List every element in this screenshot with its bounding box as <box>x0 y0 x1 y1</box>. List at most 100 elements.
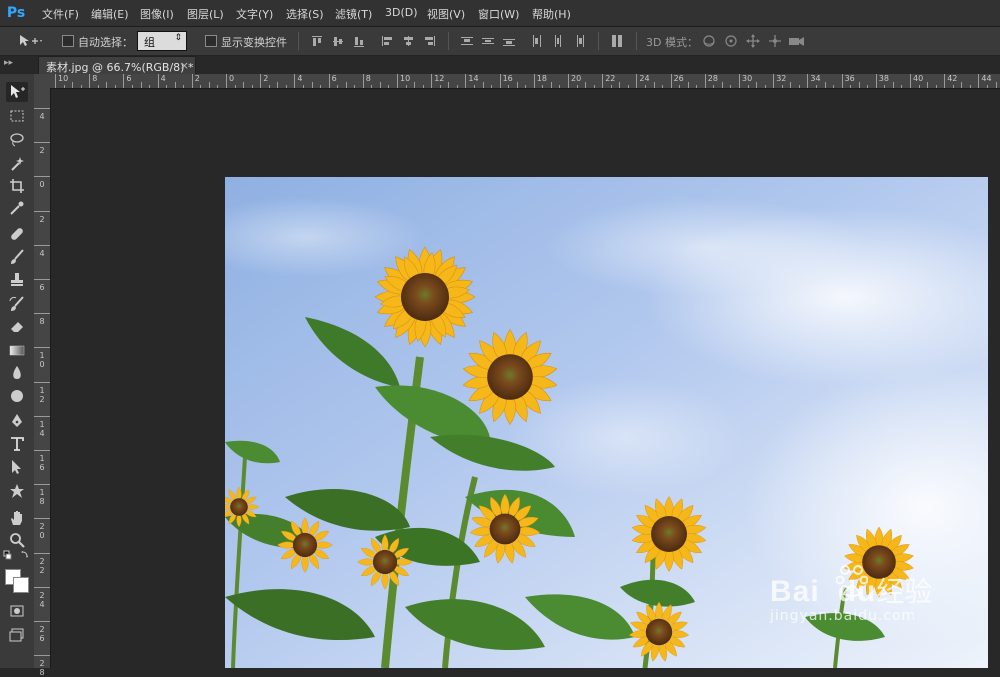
distribute-vcenter-icon[interactable] <box>481 34 495 48</box>
gradient-tool-icon[interactable] <box>6 340 28 360</box>
menu-bar: Ps 文件(F) 编辑(E) 图像(I) 图层(L) 文字(Y) 选择(S) 滤… <box>0 0 1000 27</box>
ruler-minor-tick <box>559 85 561 88</box>
eraser-tool-icon[interactable] <box>6 316 28 336</box>
custom-shape-tool-icon[interactable] <box>6 481 28 501</box>
3d-roll-icon[interactable] <box>724 34 738 48</box>
show-transform-checkbox[interactable] <box>205 35 217 47</box>
align-bottom-icon[interactable] <box>352 34 366 48</box>
ruler-minor-tick <box>696 85 698 88</box>
document-tab-row: ▸▸ 素材.jpg @ 66.7%(RGB/8) * × <box>0 56 1000 75</box>
ruler-label: 36 <box>844 74 855 83</box>
quick-mask-icon[interactable] <box>6 601 28 621</box>
menu-image[interactable]: 图像(I) <box>140 6 174 22</box>
3d-mode-label: 3D 模式： <box>646 36 698 49</box>
background-color-swatch[interactable] <box>13 577 29 593</box>
lasso-tool-icon[interactable] <box>6 130 28 150</box>
tools-panel <box>0 74 35 668</box>
auto-select-checkbox[interactable] <box>62 35 74 47</box>
dodge-tool-icon[interactable] <box>6 386 28 406</box>
ruler-label: 28 <box>707 74 718 83</box>
menu-help[interactable]: 帮助(H) <box>532 6 571 22</box>
align-left-icon[interactable] <box>380 34 394 48</box>
distribute-left-icon[interactable] <box>530 34 544 48</box>
separator <box>598 32 599 50</box>
menu-select[interactable]: 选择(S) <box>286 6 324 22</box>
history-brush-tool-icon[interactable] <box>6 294 28 314</box>
3d-pan-icon[interactable] <box>746 34 760 48</box>
document-tab[interactable]: 素材.jpg @ 66.7%(RGB/8) * × <box>38 56 196 75</box>
ruler-label: 34 <box>810 74 821 83</box>
hand-tool-icon[interactable] <box>6 508 28 528</box>
ruler-major-tick <box>294 74 296 88</box>
ruler-major-tick <box>34 347 50 349</box>
menu-file[interactable]: 文件(F) <box>42 6 79 22</box>
healing-brush-tool-icon[interactable] <box>6 224 28 244</box>
blur-tool-icon[interactable] <box>6 363 28 383</box>
ruler-minor-tick <box>747 85 749 88</box>
ruler-minor-tick <box>833 85 835 88</box>
ruler-minor-tick <box>764 85 766 88</box>
ruler-minor-tick <box>721 82 723 88</box>
ruler-major-tick <box>157 74 159 88</box>
ruler-minor-tick <box>422 85 424 88</box>
distribute-bottom-icon[interactable] <box>502 34 516 48</box>
ruler-minor-tick <box>644 85 646 88</box>
screen-mode-icon[interactable] <box>6 625 28 645</box>
menu-3d[interactable]: 3D(D) <box>385 6 418 19</box>
distribute-right-icon[interactable] <box>572 34 586 48</box>
menu-filter[interactable]: 滤镜(T) <box>335 6 372 22</box>
ruler-minor-tick <box>448 82 450 88</box>
ruler-minor-tick <box>824 82 826 88</box>
ruler-minor-tick <box>140 82 142 88</box>
default-colors-icon[interactable] <box>3 550 31 562</box>
align-right-icon[interactable] <box>422 34 436 48</box>
3d-slide-icon[interactable] <box>768 34 782 48</box>
ruler-minor-tick <box>892 82 894 88</box>
path-selection-tool-icon[interactable] <box>6 457 28 477</box>
ruler-minor-tick <box>901 85 903 88</box>
auto-select-dropdown[interactable]: 组 ⇕ <box>137 31 187 51</box>
menu-edit[interactable]: 编辑(E) <box>91 6 129 22</box>
distribute-hcenter-icon[interactable] <box>551 34 565 48</box>
3d-rotate-icon[interactable] <box>702 34 716 48</box>
photoshop-logo: Ps <box>6 5 26 21</box>
pen-tool-icon[interactable] <box>6 411 28 431</box>
watermark-url: jingyan.baidu.com <box>770 608 917 624</box>
brush-tool-icon[interactable] <box>6 247 28 267</box>
crop-tool-icon[interactable] <box>6 176 28 196</box>
move-tool-icon[interactable] <box>6 82 28 102</box>
ruler-minor-tick <box>80 85 82 88</box>
ruler-minor-tick <box>687 82 689 88</box>
ruler-label: 8 <box>365 74 371 83</box>
clone-stamp-tool-icon[interactable] <box>6 270 28 290</box>
align-top-icon[interactable] <box>310 34 324 48</box>
zoom-tool-icon[interactable] <box>6 530 28 550</box>
distribute-top-icon[interactable] <box>460 34 474 48</box>
ruler-major-tick <box>34 244 50 246</box>
marquee-tool-icon[interactable] <box>6 106 28 126</box>
ruler-major-tick <box>739 74 740 88</box>
align-hcenter-icon[interactable] <box>401 34 415 48</box>
type-tool-icon[interactable] <box>6 434 28 454</box>
vertical-ruler[interactable]: 420246810121416182022242628 <box>34 88 51 677</box>
panel-collapse-icon[interactable]: ▸▸ <box>4 58 13 68</box>
auto-align-layers-icon[interactable] <box>610 34 624 48</box>
3d-scale-camera-icon[interactable] <box>788 34 804 48</box>
magic-wand-tool-icon[interactable] <box>6 154 28 174</box>
menu-window[interactable]: 窗口(W) <box>478 6 519 22</box>
menu-view[interactable]: 视图(V) <box>427 6 465 22</box>
ruler-label: 2 <box>263 74 269 83</box>
horizontal-ruler[interactable]: 10 8 6 4 2 0 2 4 6 8 10 12 14 16 18 20 22 24 26 28 30 32 34 36 3… <box>34 74 1000 89</box>
ruler-label: 24 <box>39 590 45 609</box>
menu-type[interactable]: 文字(Y) <box>236 6 273 22</box>
close-icon[interactable]: × <box>180 59 189 72</box>
eyedropper-tool-icon[interactable] <box>6 198 28 218</box>
ruler-label: 2 <box>194 74 200 83</box>
align-vcenter-icon[interactable] <box>331 34 345 48</box>
ruler-major-tick <box>191 74 193 88</box>
background-color-fill <box>14 578 28 592</box>
ruler-major-tick <box>34 518 50 520</box>
watermark-cn: 经验 <box>876 575 933 608</box>
move-tool-preset-icon[interactable] <box>18 34 42 48</box>
menu-layer[interactable]: 图层(L) <box>187 6 224 22</box>
